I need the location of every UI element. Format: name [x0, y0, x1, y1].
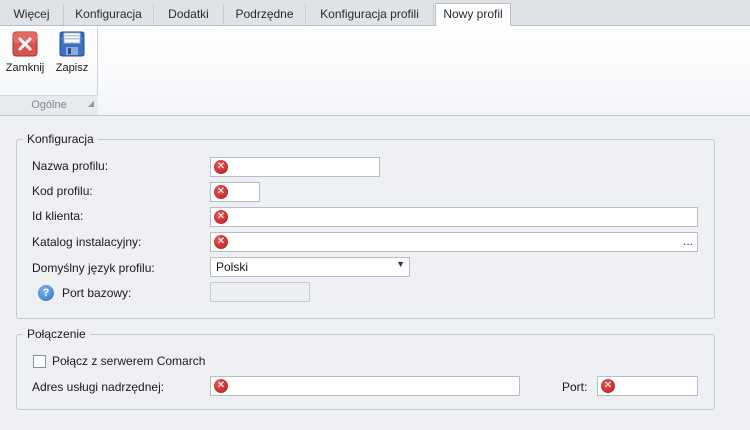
parent-address-label: Adres usługi nadrzędnej:	[32, 380, 165, 394]
tab-label: Dodatki	[168, 7, 209, 21]
floppy-disk-icon	[59, 31, 85, 57]
close-button[interactable]: Zamknij	[5, 30, 45, 74]
profile-name-label: Nazwa profilu:	[32, 159, 109, 173]
install-dir-label: Katalog instalacyjny:	[32, 235, 142, 249]
tab-podrzedne[interactable]: Podrzędne	[224, 4, 306, 26]
ribbon: Zamknij Zapisz Ogólne ◢	[0, 26, 750, 116]
group-expand-icon[interactable]: ◢	[88, 94, 94, 113]
connect-checkbox-label: Połącz z serwerem Comarch	[52, 354, 206, 368]
tab-label: Nowy profil	[443, 7, 503, 21]
error-icon: ✕	[214, 235, 228, 249]
parent-address-input[interactable]: ✕	[210, 376, 520, 396]
close-button-label: Zamknij	[5, 62, 45, 74]
tab-strip: Więcej Konfiguracja Dodatki Podrzędne Ko…	[0, 0, 750, 27]
base-port-input	[210, 282, 310, 302]
profile-name-input[interactable]: ✕	[210, 157, 380, 177]
tab-nowy-profil[interactable]: Nowy profil	[435, 3, 511, 27]
tab-label: Konfiguracja profili	[320, 7, 419, 21]
error-icon: ✕	[214, 210, 228, 224]
group-title-text: Ogólne	[31, 99, 67, 111]
error-icon: ✕	[601, 379, 615, 393]
language-label: Domyślny język profilu:	[32, 261, 155, 275]
client-id-label: Id klienta:	[32, 209, 84, 223]
tab-label: Więcej	[13, 7, 50, 21]
error-icon: ✕	[214, 160, 228, 174]
profile-code-label: Kod profilu:	[32, 184, 93, 198]
connect-checkbox[interactable]	[33, 355, 46, 368]
ribbon-group-title: Ogólne ◢	[0, 95, 98, 115]
port-label: Port:	[562, 380, 588, 394]
profile-code-input[interactable]: ✕	[210, 182, 260, 202]
tab-label: Podrzędne	[235, 7, 294, 21]
connection-fieldset: Połączenie	[16, 327, 715, 410]
connection-legend: Połączenie	[23, 327, 90, 341]
tab-wiecej[interactable]: Więcej	[0, 4, 64, 26]
port-input[interactable]: ✕	[597, 376, 698, 396]
tab-label: Konfiguracja	[75, 7, 142, 21]
install-dir-input[interactable]: ✕ ...	[210, 232, 698, 252]
client-id-input[interactable]: ✕	[210, 207, 698, 227]
browse-button[interactable]: ...	[683, 234, 693, 248]
tab-konfiguracja[interactable]: Konfiguracja	[64, 4, 154, 26]
error-icon: ✕	[214, 185, 228, 199]
error-icon: ✕	[214, 379, 228, 393]
chevron-down-icon: ▼	[396, 259, 405, 269]
language-select-value: Polski	[216, 260, 249, 274]
tab-dodatki[interactable]: Dodatki	[154, 4, 224, 26]
close-icon	[12, 31, 38, 57]
base-port-label: Port bazowy:	[62, 286, 132, 300]
config-legend: Konfiguracja	[23, 132, 98, 146]
language-select[interactable]: Polski ▼	[210, 257, 410, 277]
ribbon-group-general: Zamknij Zapisz Ogólne ◢	[0, 26, 98, 115]
tab-konfiguracja-profili[interactable]: Konfiguracja profili	[306, 4, 434, 26]
save-button-label: Zapisz	[55, 62, 89, 74]
help-icon[interactable]: ?	[38, 285, 54, 301]
save-button[interactable]: Zapisz	[52, 30, 92, 74]
